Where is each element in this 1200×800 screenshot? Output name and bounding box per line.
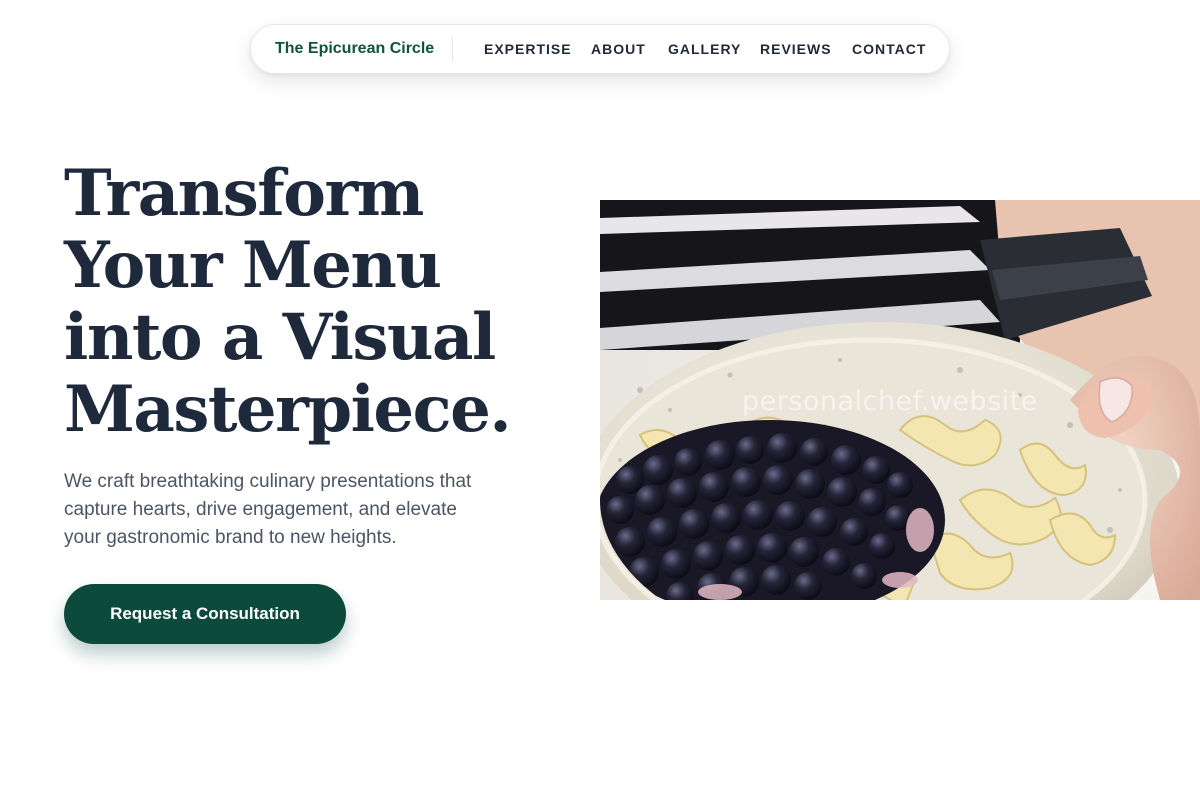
top-nav: The Epicurean Circle EXPERTISE ABOUT GAL…: [250, 24, 950, 74]
nav-link-about[interactable]: ABOUT: [591, 25, 646, 73]
request-consultation-button[interactable]: Request a Consultation: [64, 584, 346, 644]
hero-title-line: Masterpiece.: [64, 372, 512, 447]
image-watermark: personalchef.website: [742, 386, 1038, 417]
hero-subtitle-line: capture hearts, drive engagement, and el…: [64, 499, 457, 520]
nav-link-reviews[interactable]: REVIEWS: [760, 25, 832, 73]
hero-title-line: Transform: [64, 156, 424, 231]
hero-title-line: into a Visual: [64, 300, 496, 375]
hero-title-line: Your Menu: [64, 228, 442, 303]
hero-subtitle-line: We craft breathtaking culinary presentat…: [64, 471, 472, 492]
nav-divider: [452, 37, 453, 62]
nav-link-contact[interactable]: CONTACT: [852, 25, 926, 73]
nav-link-expertise[interactable]: EXPERTISE: [484, 25, 572, 73]
hero-title: Transform Your Menu into a Visual Master…: [64, 158, 584, 446]
nav-link-gallery[interactable]: GALLERY: [668, 25, 741, 73]
brand-link[interactable]: The Epicurean Circle: [275, 25, 434, 73]
hero-food-image: personalchef.website: [600, 200, 1200, 600]
page: The Epicurean Circle EXPERTISE ABOUT GAL…: [0, 0, 1200, 800]
hero-subtitle: We craft breathtaking culinary presentat…: [64, 468, 544, 552]
hero-subtitle-line: your gastronomic brand to new heights.: [64, 527, 397, 548]
